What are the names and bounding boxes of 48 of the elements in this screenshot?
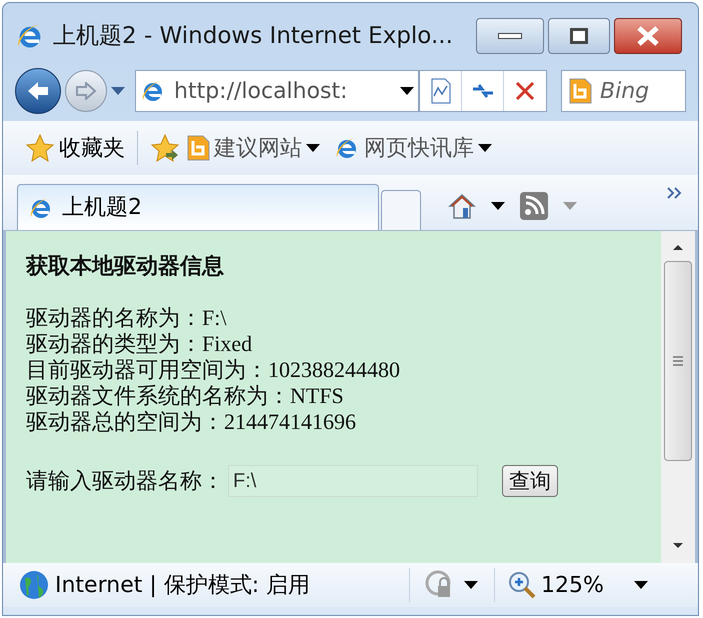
broken-page-icon — [430, 78, 452, 104]
page-heading: 获取本地驱动器信息 — [26, 253, 225, 279]
chevron-icon[interactable] — [666, 186, 684, 200]
back-arrow-icon — [26, 81, 50, 101]
caret-icon[interactable] — [464, 580, 478, 590]
scroll-down-icon[interactable] — [672, 542, 684, 549]
bing-icon — [568, 78, 592, 104]
caret-icon[interactable] — [478, 144, 492, 152]
info-line: 驱动器的类型为：Fixed — [26, 331, 254, 357]
home-icon[interactable] — [447, 192, 477, 220]
query-button[interactable]: 查询 — [502, 465, 558, 497]
maximize-button[interactable] — [548, 18, 610, 54]
stop-icon — [514, 80, 536, 102]
window-title: 上机题2 - Windows Internet Explo... — [53, 22, 454, 51]
close-button[interactable] — [614, 18, 682, 54]
address-field[interactable]: http://localhost: — [135, 70, 419, 112]
caret-icon[interactable] — [306, 144, 320, 152]
caret-icon[interactable] — [491, 202, 505, 210]
favorites-link[interactable]: 网页快讯库 — [334, 132, 492, 164]
search-field[interactable]: Bing — [561, 70, 686, 112]
rss-icon[interactable] — [519, 191, 549, 221]
close-icon — [636, 26, 660, 46]
zoom-button[interactable]: 125% — [507, 568, 604, 602]
globe-icon — [19, 570, 49, 600]
info-line: 驱动器总的空间为：214474141696 — [26, 409, 357, 435]
star-icon[interactable] — [25, 133, 55, 163]
input-field[interactable]: F:\ — [228, 465, 478, 497]
caret-icon[interactable] — [400, 86, 414, 96]
favorites-button[interactable]: 收藏夹 — [25, 132, 125, 164]
minimize-button[interactable] — [476, 18, 544, 54]
add-favorite-icon[interactable] — [150, 133, 180, 163]
scrollbar-thumb[interactable] — [664, 261, 692, 461]
bing-icon — [186, 135, 210, 161]
info-line: 目前驱动器可用空间为：102388244480 — [26, 357, 401, 383]
info-line: 驱动器文件系统的名称为：NTFS — [26, 383, 345, 409]
caret-icon[interactable] — [634, 580, 648, 590]
scrollbar[interactable] — [661, 231, 695, 563]
forward-arrow-icon — [75, 82, 97, 100]
form-label: 请输入驱动器名称： — [26, 468, 224, 494]
grip-icon — [672, 355, 684, 367]
info-line: 驱动器的名称为：F:\ — [26, 305, 228, 331]
zoom-icon — [507, 570, 537, 600]
tab[interactable]: 上机题2 — [17, 184, 379, 230]
back-button[interactable] — [15, 68, 61, 114]
security-zone-text: Internet | 保护模式: 启用 — [55, 572, 312, 600]
scroll-up-icon[interactable] — [672, 244, 684, 251]
favorites-link[interactable]: 建议网站 — [186, 132, 320, 164]
refresh-icon — [470, 81, 494, 101]
